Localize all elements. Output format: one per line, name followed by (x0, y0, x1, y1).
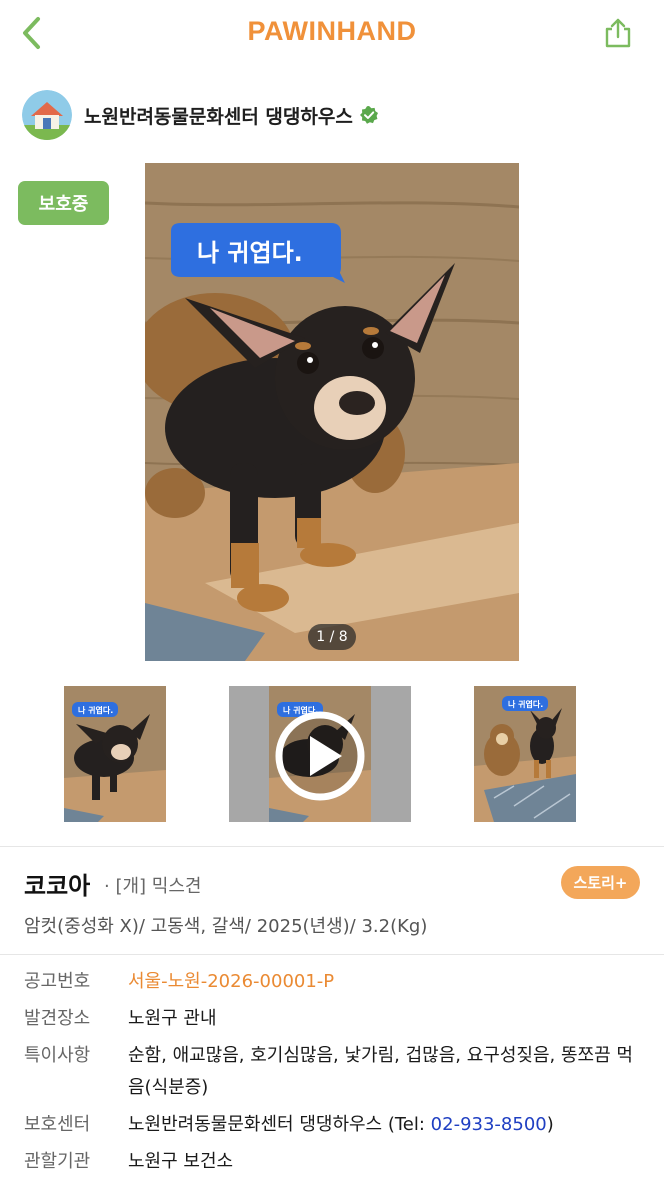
thumbnail-photo-1[interactable]: 나 귀엽다. (64, 686, 166, 822)
dog-photo-image: 나 귀엽다. (145, 163, 519, 661)
shelter-center-name: 노원반려동물문화센터 댕댕하우스 (Tel: (128, 1114, 431, 1135)
story-button[interactable]: 스토리+ (561, 866, 640, 899)
avatar (22, 90, 72, 140)
pet-summary: 암컷(중성화 X)/ 고동색, 갈색/ 2025(년생)/ 3.2(Kg) (24, 916, 428, 937)
share-button[interactable] (602, 16, 634, 50)
detail-label: 보호센터 (24, 1114, 91, 1135)
thumbnail-caption: 나 귀엽다. (78, 705, 113, 715)
detail-row-agency: 관할기관 노원구 보건소 (24, 1146, 644, 1178)
shelter-profile[interactable]: 노원반려동물문화센터 댕댕하우스 (22, 88, 379, 142)
detail-row-found: 발견장소 노원구 관내 (24, 1003, 644, 1035)
detail-label: 관할기관 (24, 1151, 91, 1172)
photo-counter: 1 / 8 (308, 624, 356, 650)
traits: 순함, 애교많음, 호기심많음, 낯가림, 겁많음, 요구성짖음, 똥쪼끔 먹음… (128, 1045, 633, 1098)
thumbnail-video[interactable]: 나 귀엽다. (229, 686, 411, 822)
phone-link[interactable]: 02-933-8500 (431, 1114, 547, 1135)
brand-title: PAWINHAND (247, 16, 417, 46)
shelter-name: 노원반려동물문화센터 댕댕하우스 (84, 105, 353, 128)
dog-with-toy-thumbnail-image: 나 귀엽다. (474, 686, 576, 822)
notice-number: 서울-노원-2026-00001-P (128, 971, 335, 992)
shelter-center: 노원반려동물문화센터 댕댕하우스 (Tel: 02-933-8500) (128, 1109, 644, 1141)
app-header: PAWINHAND (0, 0, 664, 66)
pet-name: 코코아 (24, 872, 91, 900)
thumbnail-caption: 나 귀엽다. (508, 699, 543, 709)
found-location: 노원구 관내 (128, 1008, 217, 1029)
detail-label: 발견장소 (24, 1008, 91, 1029)
shelter-center-close: ) (546, 1114, 554, 1135)
detail-label: 특이사항 (24, 1045, 91, 1066)
pet-details: 공고번호 서울-노원-2026-00001-P 발견장소 노원구 관내 특이사항… (24, 966, 644, 1183)
detail-row-notice: 공고번호 서울-노원-2026-00001-P (24, 966, 644, 998)
main-pet-photo[interactable]: 나 귀엽다. (145, 163, 519, 661)
photo-caption-bubble: 나 귀엽다. (197, 239, 303, 267)
thumbnail-photo-3[interactable]: 나 귀엽다. (474, 686, 576, 822)
detail-label: 공고번호 (24, 971, 91, 992)
detail-row-traits: 특이사항 순함, 애교많음, 호기심많음, 낯가림, 겁많음, 요구성짖음, 똥… (24, 1040, 644, 1104)
dog-thumbnail-image: 나 귀엽다. (64, 686, 166, 822)
house-icon (22, 90, 72, 140)
play-icon[interactable] (274, 710, 366, 802)
detail-row-center: 보호센터 노원반려동물문화센터 댕댕하우스 (Tel: 02-933-8500) (24, 1109, 644, 1141)
verified-check-icon (359, 106, 378, 124)
section-divider (0, 954, 664, 955)
pet-kind: · [개] 믹스견 (104, 876, 202, 897)
section-divider (0, 846, 664, 847)
agency: 노원구 보건소 (128, 1151, 234, 1172)
share-icon (605, 18, 631, 48)
status-badge: 보호중 (18, 181, 109, 225)
